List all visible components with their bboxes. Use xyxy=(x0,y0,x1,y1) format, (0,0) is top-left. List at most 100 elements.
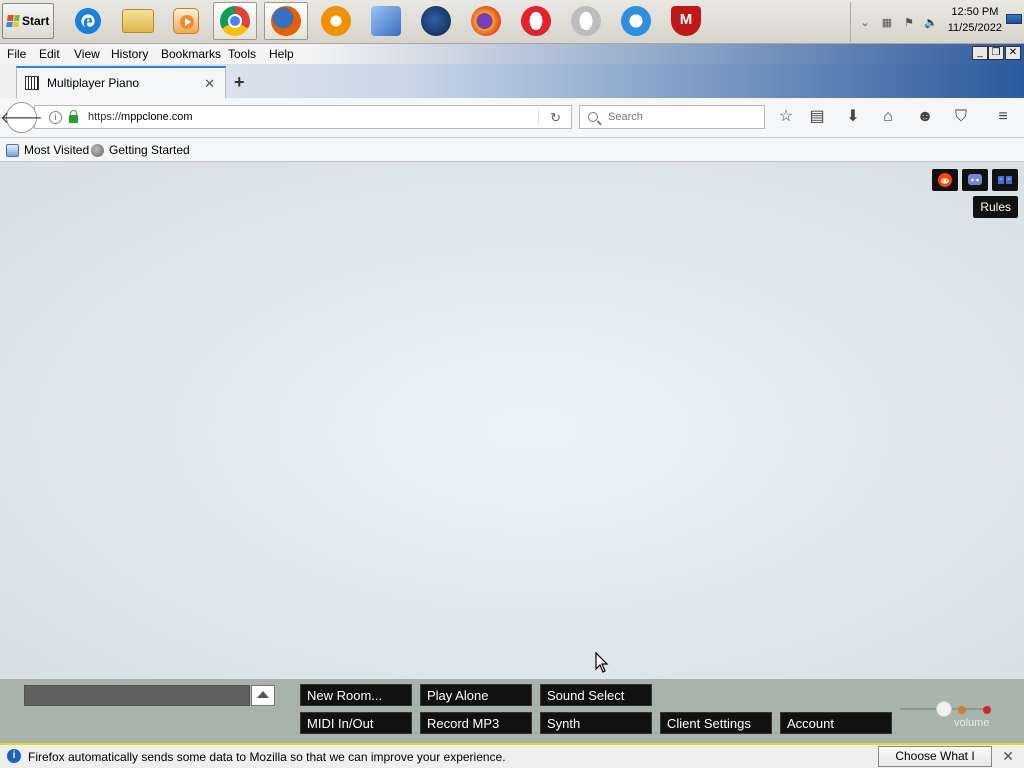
hello-chat-icon[interactable]: ☻ xyxy=(915,107,935,127)
taskbar-app-ie[interactable]: e xyxy=(66,2,110,40)
show-desktop-button[interactable] xyxy=(1006,14,1022,24)
taskbar-app-opera-gray[interactable] xyxy=(564,2,608,40)
taskbar-app-quicktime[interactable] xyxy=(614,2,658,40)
reload-icon[interactable]: ↻ xyxy=(550,110,561,126)
piano-favicon-icon xyxy=(25,76,39,90)
menu-tools[interactable]: Tools xyxy=(228,47,256,61)
bookmarks-toolbar: Most Visited Getting Started xyxy=(0,138,1024,162)
rules-button[interactable] xyxy=(992,169,1018,191)
bookmark-label: Most Visited xyxy=(24,143,90,157)
play-alone-button[interactable]: Play Alone xyxy=(420,684,532,706)
search-placeholder: Search xyxy=(608,111,643,123)
taskbar-app-mcafee[interactable]: M xyxy=(664,2,708,40)
menu-view[interactable]: View xyxy=(74,47,100,61)
discord-icon xyxy=(968,174,982,185)
taskbar-app-network[interactable] xyxy=(364,2,408,40)
globe-icon xyxy=(91,143,104,157)
opera-icon xyxy=(521,6,551,36)
menu-help[interactable]: Help xyxy=(269,47,294,61)
taskbar-app-explorer[interactable] xyxy=(116,2,160,40)
mcafee-icon: M xyxy=(671,6,701,36)
taskbar: Start e M ⌄ ▦ ⚑ 🔈 12:50 PM 11/25/2022 xyxy=(0,0,1024,44)
reddit-button[interactable] xyxy=(932,169,958,191)
menu-history[interactable]: History xyxy=(111,47,148,61)
clock[interactable]: 12:50 PM 11/25/2022 xyxy=(948,4,1002,36)
speaker-icon[interactable]: 🔈 xyxy=(923,15,939,29)
taskbar-app-nightly[interactable] xyxy=(464,2,508,40)
info-circle-icon: i xyxy=(7,749,21,763)
url-bar[interactable]: i https://mppclone.com ↻ xyxy=(34,105,572,129)
choose-what-i-share-button[interactable]: Choose What I Share xyxy=(878,746,992,767)
account-button[interactable]: Account xyxy=(780,712,892,734)
new-room-button[interactable]: New Room... xyxy=(300,684,412,706)
record-mp3-button[interactable]: Record MP3 xyxy=(420,712,532,734)
media-player-icon xyxy=(173,8,199,34)
back-arrow-icon: 🡐 xyxy=(0,110,43,127)
chat-input[interactable] xyxy=(24,685,250,706)
restore-button[interactable]: ❐ xyxy=(988,46,1004,60)
mouse-cursor-icon xyxy=(595,652,609,673)
taskbar-app-firefox[interactable] xyxy=(264,2,308,40)
taskbar-app-opera[interactable] xyxy=(514,2,558,40)
url-scheme: https:// xyxy=(88,111,122,123)
tab-close-icon[interactable]: ✕ xyxy=(204,76,215,92)
client-settings-button[interactable]: Client Settings xyxy=(660,712,772,734)
menu-edit[interactable]: Edit xyxy=(39,47,60,61)
home-icon[interactable]: ⌂ xyxy=(878,107,898,127)
hamburger-menu-icon[interactable]: ≡ xyxy=(993,107,1013,127)
volume-knob[interactable] xyxy=(936,701,952,717)
clock-date: 11/25/2022 xyxy=(947,22,1002,34)
discord-button[interactable] xyxy=(962,169,988,191)
opera-gray-icon xyxy=(571,6,601,36)
search-bar[interactable]: Search xyxy=(579,105,765,129)
bookmark-getting-started[interactable]: Getting Started xyxy=(91,143,190,157)
taskbar-app-avast[interactable] xyxy=(314,2,358,40)
tray-expand-icon[interactable]: ⌄ xyxy=(857,15,873,29)
volume-marker xyxy=(958,706,966,714)
start-button[interactable]: Start xyxy=(2,3,54,39)
tab-multiplayer-piano[interactable]: Multiplayer Piano ✕ xyxy=(16,66,226,98)
taskbar-app-media[interactable] xyxy=(164,2,208,40)
most-visited-folder-icon xyxy=(6,143,19,157)
chat-toggle-button[interactable] xyxy=(251,685,275,706)
firefox-nightly-icon xyxy=(471,6,501,36)
midi-in-out-button[interactable]: MIDI In/Out xyxy=(300,712,412,734)
reading-list-icon[interactable]: ▤ xyxy=(807,107,827,127)
avast-icon xyxy=(321,6,351,36)
network-tool-icon xyxy=(371,6,401,36)
minimize-button[interactable]: _ xyxy=(972,46,988,60)
action-center-flag-icon[interactable]: ⚑ xyxy=(901,15,917,29)
pocket-icon[interactable]: ⛉ xyxy=(951,107,971,127)
lock-icon[interactable] xyxy=(69,110,78,123)
window-close-button[interactable]: ✕ xyxy=(1005,46,1021,60)
back-button[interactable]: 🡐 xyxy=(0,102,43,133)
taskbar-app-chrome[interactable] xyxy=(213,2,257,40)
start-label: Start xyxy=(22,14,50,28)
bookmark-label: Getting Started xyxy=(109,143,190,157)
taskbar-app-waterfox[interactable] xyxy=(414,2,458,40)
volume-label: volume xyxy=(954,717,990,729)
url-host: mppclone.com xyxy=(121,111,193,123)
rules-tooltip: Rules xyxy=(973,196,1018,218)
waterfox-icon xyxy=(421,6,451,36)
url-text[interactable]: https://mppclone.com xyxy=(88,111,193,123)
sound-select-button[interactable]: Sound Select xyxy=(540,684,652,706)
downloads-icon[interactable]: ⬇ xyxy=(843,107,863,127)
notification-text: Firefox automatically sends some data to… xyxy=(28,750,506,764)
new-tab-button[interactable]: + xyxy=(234,72,245,93)
chrome-icon xyxy=(220,6,250,36)
search-icon xyxy=(588,112,598,122)
rules-icon xyxy=(998,176,1012,184)
network-status-icon[interactable]: ▦ xyxy=(879,15,895,29)
bookmark-star-icon[interactable]: ☆ xyxy=(776,107,796,127)
menu-file[interactable]: File xyxy=(7,47,26,61)
menu-bookmarks[interactable]: Bookmarks xyxy=(161,47,221,61)
notification-close-icon[interactable]: ✕ xyxy=(1002,748,1014,765)
navigation-toolbar: i https://mppclone.com ↻ 🡐 Search ☆ ▤ ⬇ … xyxy=(0,98,1024,138)
tab-bar: Multiplayer Piano ✕ + xyxy=(0,64,1024,98)
bookmark-most-visited[interactable]: Most Visited xyxy=(6,143,89,157)
synth-button[interactable]: Synth xyxy=(540,712,652,734)
page-content: Rules xyxy=(0,162,1024,679)
info-icon[interactable]: i xyxy=(49,110,62,124)
notification-bar: i Firefox automatically sends some data … xyxy=(0,743,1024,768)
